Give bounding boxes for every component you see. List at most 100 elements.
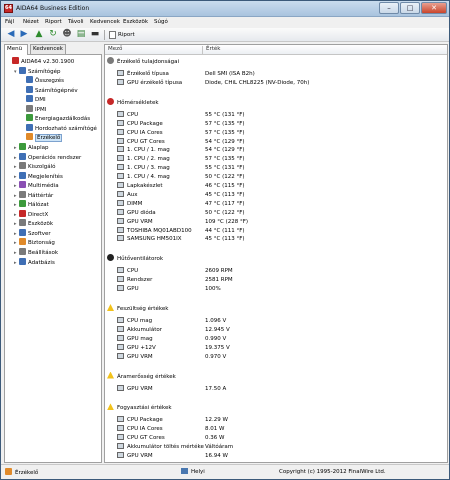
tab-menu[interactable]: Menü xyxy=(4,44,28,55)
sensor-row[interactable]: 1. CPU / 2. mag 57 °C (135 °F) xyxy=(117,155,447,164)
tree-node[interactable]: Számítógépnév xyxy=(21,85,78,95)
column-divider[interactable] xyxy=(202,46,203,54)
status-left: Érzékelő xyxy=(5,468,38,478)
tree-node[interactable]: ▸ Hálózat xyxy=(14,200,49,209)
forward-icon[interactable]: ▶ xyxy=(18,29,30,40)
tree-node[interactable]: ▸ Háttértár xyxy=(14,190,54,200)
menu-report[interactable]: Riport xyxy=(45,19,62,25)
sensor-row[interactable]: 1. CPU / 4. mag 50 °C (122 °F) xyxy=(117,173,447,182)
tree-node[interactable]: ▸ Adatbázis xyxy=(14,257,55,267)
sensor-list: Mező Érték Érzékelő tulajdonságai Érzékel… xyxy=(104,44,448,463)
tree-node[interactable]: ▸ Beállítások xyxy=(14,248,58,257)
tree-node[interactable]: ▸ Kiszolgáló xyxy=(14,162,56,171)
menu-file[interactable]: Fájl xyxy=(5,19,14,25)
menu-favorites[interactable]: Kedvencek xyxy=(90,19,120,25)
minimize-button[interactable]: – xyxy=(379,2,399,14)
tree-node-label: Eszközök xyxy=(28,221,54,228)
sensor-row[interactable]: DIMM 47 °C (117 °F) xyxy=(117,199,447,209)
menu-remote[interactable]: Távoli xyxy=(68,19,84,25)
sensor-row[interactable]: GPU 100% xyxy=(117,285,447,294)
tree-node[interactable]: Összegzés xyxy=(21,76,64,85)
sensor-row[interactable]: CPU 2609 RPM xyxy=(117,267,447,276)
sensor-value: 47 °C (117 °F) xyxy=(205,200,245,207)
chart-icon[interactable]: ▤ xyxy=(75,29,87,40)
sensor-row[interactable]: GPU dióda 50 °C (122 °F) xyxy=(117,208,447,218)
close-button[interactable]: ✕ xyxy=(421,2,447,14)
sensor-value: Dell SMI (ISA B2h) xyxy=(205,71,255,77)
sensor-value: 45 °C (113 °F) xyxy=(205,191,245,198)
maximize-button[interactable]: □ xyxy=(400,2,420,14)
tree-node[interactable]: Hordozható számítógé xyxy=(21,123,97,133)
tree-node[interactable]: DMI xyxy=(21,95,46,104)
user-icon[interactable]: ☻ xyxy=(61,29,73,40)
tree-node[interactable]: ▸ Biztonság xyxy=(14,238,55,247)
section-title: Érzékelő tulajdonságai xyxy=(117,59,180,65)
sensor-icon xyxy=(117,384,124,391)
sensor-label: GPU VRM xyxy=(127,353,153,360)
sensor-row[interactable]: GPU érzékelő típusa Diode, CHiL CHL8225 (… xyxy=(117,78,447,88)
sensor-row[interactable]: SAMSUNG HM501IX 45 °C (113 °F) xyxy=(117,235,447,244)
tree-node[interactable]: AIDA64 v2.30.1900 xyxy=(7,57,74,66)
up-icon[interactable]: ▲ xyxy=(33,29,45,40)
tree-node-label: Kiszolgáló xyxy=(28,164,56,171)
tab-favorites[interactable]: Kedvencek xyxy=(30,44,66,54)
window-title: AIDA64 Business Edition xyxy=(16,5,90,12)
tree-node[interactable]: ▸ Operációs rendszer xyxy=(14,152,81,162)
sensor-row[interactable]: CPU Package 57 °C (135 °F) xyxy=(117,119,447,129)
tree-node[interactable]: ▸ Eszközök xyxy=(14,219,53,228)
tree-node[interactable]: Energiagazdálkodás xyxy=(21,114,90,123)
menu-bar: Fájl Nézet Riport Távoli Kedvencek Eszkö… xyxy=(1,17,449,28)
sensor-row[interactable]: Akkumulátor töltés mértéke Váltóáram xyxy=(117,443,447,452)
sensor-value: Váltóáram xyxy=(205,444,234,451)
sensor-row[interactable]: Lapkakészlet 46 °C (115 °F) xyxy=(117,182,447,191)
column-value[interactable]: Érték xyxy=(206,46,220,52)
sensor-row[interactable]: Aux 45 °C (113 °F) xyxy=(117,190,447,200)
sensor-row[interactable]: GPU mag 0.990 V xyxy=(117,334,447,344)
tree-node[interactable]: Érzékelő xyxy=(21,133,63,143)
tree-node-label: Megjelenítés xyxy=(28,173,63,180)
sensor-row[interactable]: GPU VRM 16.94 W xyxy=(117,452,447,461)
tree-node-label: Multimédia xyxy=(28,183,59,190)
back-icon[interactable]: ◀ xyxy=(5,29,17,40)
memory-icon[interactable]: ▬ xyxy=(89,29,101,40)
menu-view[interactable]: Nézet xyxy=(23,19,39,25)
report-button[interactable]: Riport xyxy=(109,30,135,40)
tree-node[interactable]: ▸ DirectX xyxy=(14,209,48,219)
sensor-row[interactable]: Érzékelő típusa Dell SMI (ISA B2h) xyxy=(117,70,447,79)
sensor-row[interactable]: CPU mag 1.096 V xyxy=(117,317,447,326)
sensor-row[interactable]: CPU GT Cores 54 °C (129 °F) xyxy=(117,137,447,147)
tree-node-icon xyxy=(19,171,26,179)
sensor-label: DIMM xyxy=(127,200,143,207)
tree-node-label: Hordozható számítógé xyxy=(35,125,97,132)
sensor-value: 100% xyxy=(205,286,221,293)
sensor-row[interactable]: GPU VRM 109 °C (228 °F) xyxy=(117,217,447,227)
tree-node[interactable]: ▸ Szoftver xyxy=(14,228,51,238)
title-bar[interactable]: 64 AIDA64 Business Edition – □ ✕ xyxy=(1,1,449,17)
sensor-row[interactable]: CPU IA Cores 57 °C (135 °F) xyxy=(117,128,447,138)
refresh-icon[interactable]: ↻ xyxy=(47,29,59,40)
sensor-row[interactable]: CPU GT Cores 0.36 W xyxy=(117,434,447,443)
sensor-row[interactable]: GPU +12V 19.375 V xyxy=(117,343,447,353)
sensor-row[interactable]: GPU VRM 17.50 A xyxy=(117,384,447,394)
sensor-row[interactable]: 1. CPU / 3. mag 55 °C (131 °F) xyxy=(117,164,447,173)
tree-node[interactable]: ▾ Számítógép xyxy=(14,66,61,76)
tree-node-label: Háttértár xyxy=(28,192,54,199)
sensor-row[interactable]: CPU Package 12.29 W xyxy=(117,416,447,425)
sensor-row[interactable]: CPU 55 °C (131 °F) xyxy=(117,110,447,120)
column-field[interactable]: Mező xyxy=(108,46,122,52)
sensor-row[interactable]: TOSHIBA MQ01ABD100 44 °C (111 °F) xyxy=(117,226,447,236)
sensor-row[interactable]: Akkumulátor 12.945 V xyxy=(117,325,447,335)
tree-node[interactable]: ▸ Alaplap xyxy=(14,142,49,152)
tree-node-label: AIDA64 v2.30.1900 xyxy=(21,59,75,65)
tree-node[interactable]: ▸ Multimédia xyxy=(14,181,59,190)
sensor-row[interactable]: Rendszer 2581 RPM xyxy=(117,276,447,285)
section-title: Hőmérsékletek xyxy=(117,99,159,106)
menu-tools[interactable]: Eszközök xyxy=(123,19,148,25)
sensor-row[interactable]: GPU VRM 0.970 V xyxy=(117,352,447,362)
tree-node[interactable]: IPMI xyxy=(21,104,46,114)
sensor-row[interactable]: 1. CPU / 1. mag 54 °C (129 °F) xyxy=(117,146,447,155)
menu-help[interactable]: Súgó xyxy=(154,19,168,25)
tree-node[interactable]: ▸ Megjelenítés xyxy=(14,171,63,181)
section-icon xyxy=(107,304,114,311)
sensor-row[interactable]: CPU IA Cores 8.01 W xyxy=(117,425,447,434)
